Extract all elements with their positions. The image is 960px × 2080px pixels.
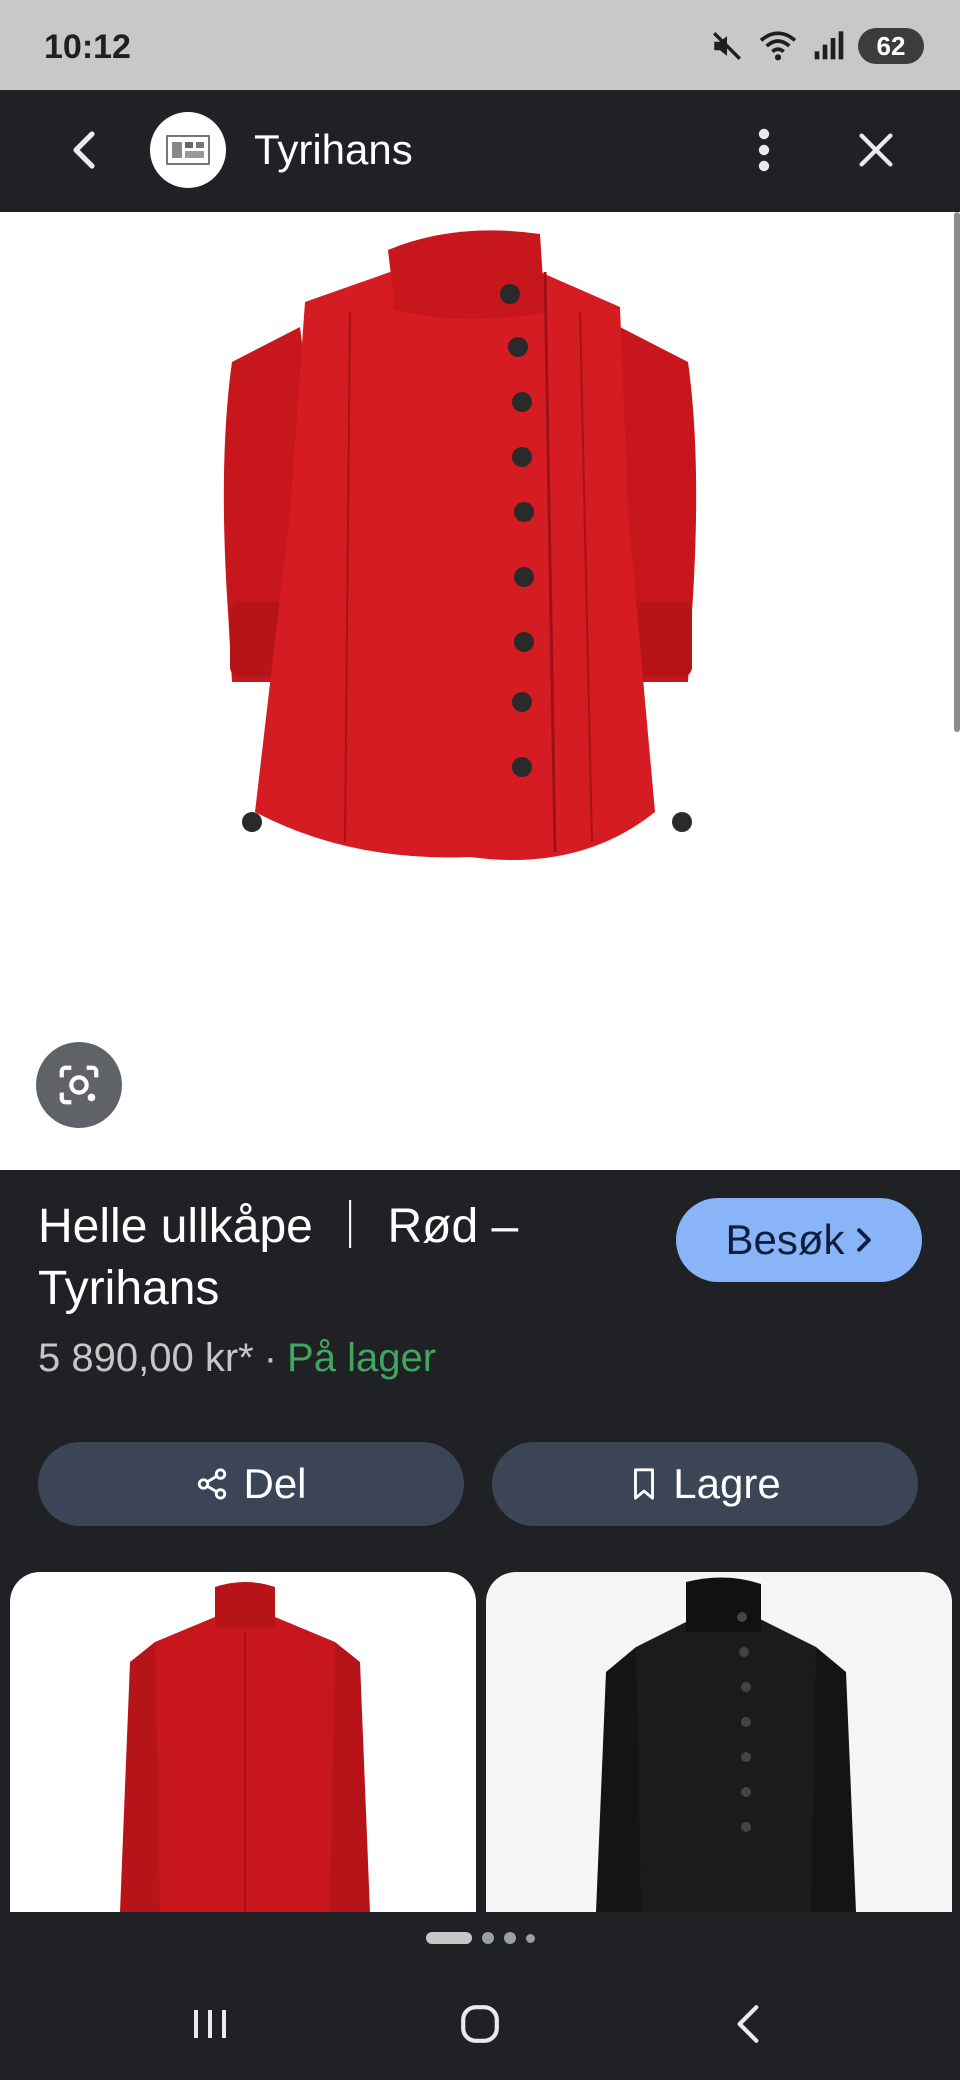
share-button[interactable]: Del bbox=[38, 1442, 464, 1526]
bookmark-icon bbox=[634, 1468, 655, 1500]
recents-button[interactable] bbox=[170, 1992, 250, 2056]
home-button[interactable] bbox=[440, 1992, 520, 2056]
stock-status: På lager bbox=[287, 1336, 437, 1380]
status-bar: 10:12 62 bbox=[0, 0, 960, 90]
signal-icon bbox=[814, 31, 844, 60]
price-separator: · bbox=[263, 1336, 278, 1380]
save-label: Lagre bbox=[673, 1460, 781, 1507]
carousel-dot-active bbox=[425, 1932, 472, 1944]
red-coat-back-thumbnail bbox=[120, 1582, 370, 1912]
carousel-dot bbox=[481, 1932, 494, 1944]
site-title: Tyrihans bbox=[254, 126, 413, 173]
save-button[interactable]: Lagre bbox=[492, 1442, 918, 1526]
status-time: 10:12 bbox=[44, 28, 131, 66]
lens-icon bbox=[59, 1065, 99, 1105]
back-icon bbox=[73, 131, 95, 169]
black-coat-thumbnail bbox=[596, 1577, 856, 1912]
share-icon bbox=[198, 1468, 227, 1500]
battery-icon: 62 bbox=[858, 28, 924, 64]
carousel-dot bbox=[503, 1932, 516, 1944]
share-label: Del bbox=[243, 1460, 307, 1507]
related-image-red-coat-back[interactable] bbox=[10, 1572, 476, 1912]
battery-level: 62 bbox=[876, 30, 906, 61]
site-logo bbox=[150, 112, 226, 188]
recents-icon bbox=[194, 2010, 226, 2038]
related-image-black-coat[interactable] bbox=[486, 1572, 952, 1912]
carousel-dot bbox=[525, 1933, 535, 1943]
system-back-button[interactable] bbox=[708, 1992, 788, 2056]
more-options-button[interactable] bbox=[732, 118, 796, 182]
carousel-indicator bbox=[0, 1924, 960, 1952]
visit-label: Besøk bbox=[725, 1216, 845, 1263]
more-vert-icon bbox=[758, 128, 770, 172]
status-icons: 62 bbox=[710, 26, 924, 66]
browser-top-bar: Tyrihans bbox=[0, 90, 960, 212]
close-icon bbox=[859, 133, 893, 167]
visit-button[interactable]: Besøk bbox=[676, 1198, 922, 1282]
wifi-icon bbox=[759, 31, 797, 61]
price: 5 890,00 kr* bbox=[38, 1336, 254, 1380]
back-button[interactable] bbox=[52, 118, 116, 182]
product-title[interactable]: Helle ullkåpe ｜ Rød – Tyrihans bbox=[38, 1196, 668, 1320]
back-chevron-icon bbox=[737, 2005, 759, 2043]
coat-illustration bbox=[223, 230, 697, 860]
system-navigation-bar bbox=[0, 1970, 960, 2080]
red-coat-image bbox=[223, 230, 697, 860]
product-image[interactable] bbox=[0, 212, 960, 1170]
close-button[interactable] bbox=[844, 118, 908, 182]
mute-icon bbox=[713, 32, 741, 60]
site-logo-icon bbox=[166, 135, 210, 165]
chevron-right-icon bbox=[856, 1228, 871, 1252]
price-stock-line: 5 890,00 kr* · På lager bbox=[38, 1336, 436, 1381]
google-lens-button[interactable] bbox=[36, 1042, 122, 1128]
scroll-indicator[interactable] bbox=[954, 212, 960, 732]
home-icon bbox=[461, 2005, 499, 2043]
